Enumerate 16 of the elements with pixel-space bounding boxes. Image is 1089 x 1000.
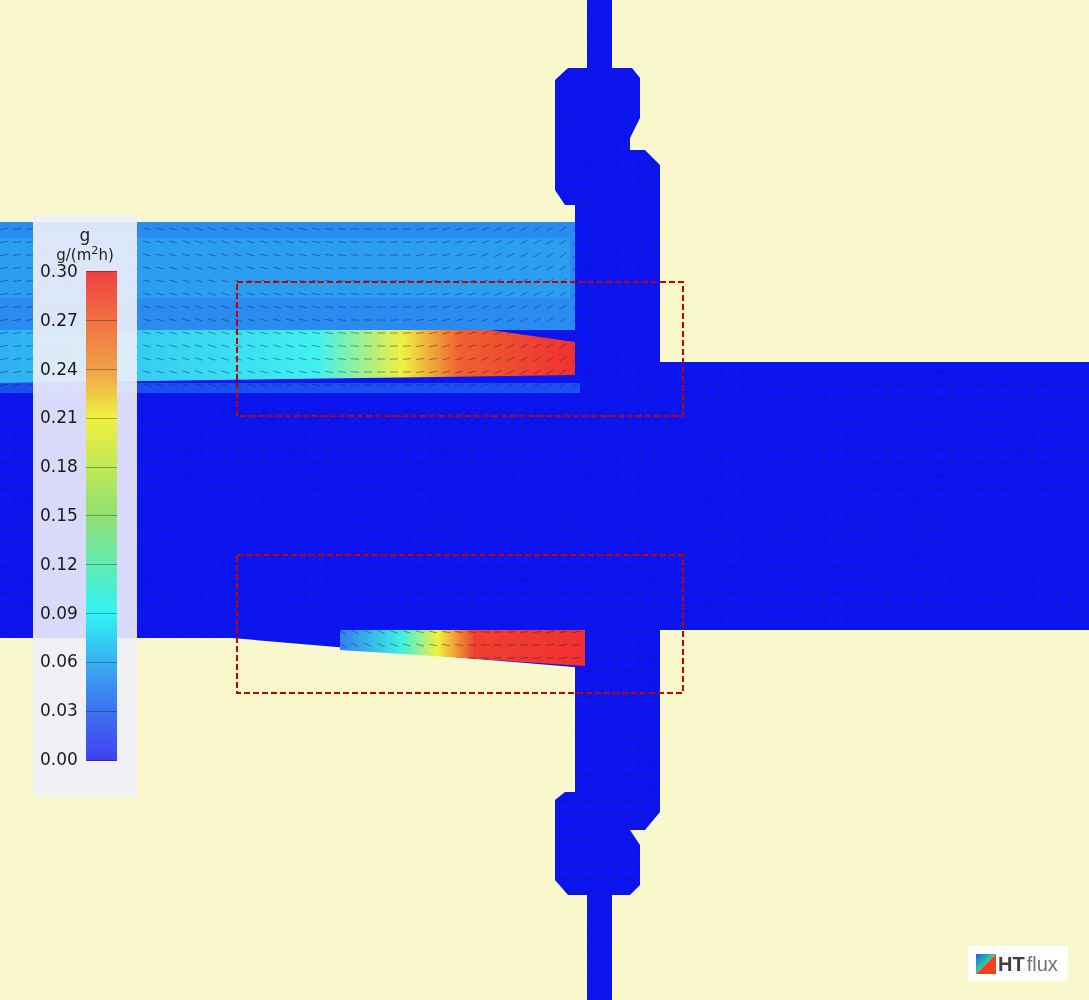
legend-tick-label: 0.18 bbox=[40, 457, 78, 476]
legend-tick-label: 0.15 bbox=[40, 506, 78, 524]
legend-tick-label: 0.24 bbox=[40, 359, 78, 378]
legend-tick-label: 0.09 bbox=[40, 603, 78, 622]
legend-tick-label: 0.27 bbox=[40, 310, 78, 329]
legend-tick-label: 0.03 bbox=[40, 701, 78, 720]
logo-icon bbox=[976, 953, 996, 974]
legend-unit: g/(m$^{2}$h) bbox=[56, 245, 114, 265]
legend-tick-label: 0.30 bbox=[40, 262, 78, 280]
legend-tick-label: 0.12 bbox=[40, 554, 78, 573]
legend-tick-label: 0.21 bbox=[40, 408, 78, 427]
legend-tick-label: 0.06 bbox=[40, 652, 78, 671]
logo-text: flux bbox=[1026, 953, 1058, 974]
legend-quantity: g bbox=[79, 225, 91, 245]
logo-text: HT bbox=[998, 953, 1025, 974]
legend-tick-label: 0.00 bbox=[40, 749, 78, 768]
